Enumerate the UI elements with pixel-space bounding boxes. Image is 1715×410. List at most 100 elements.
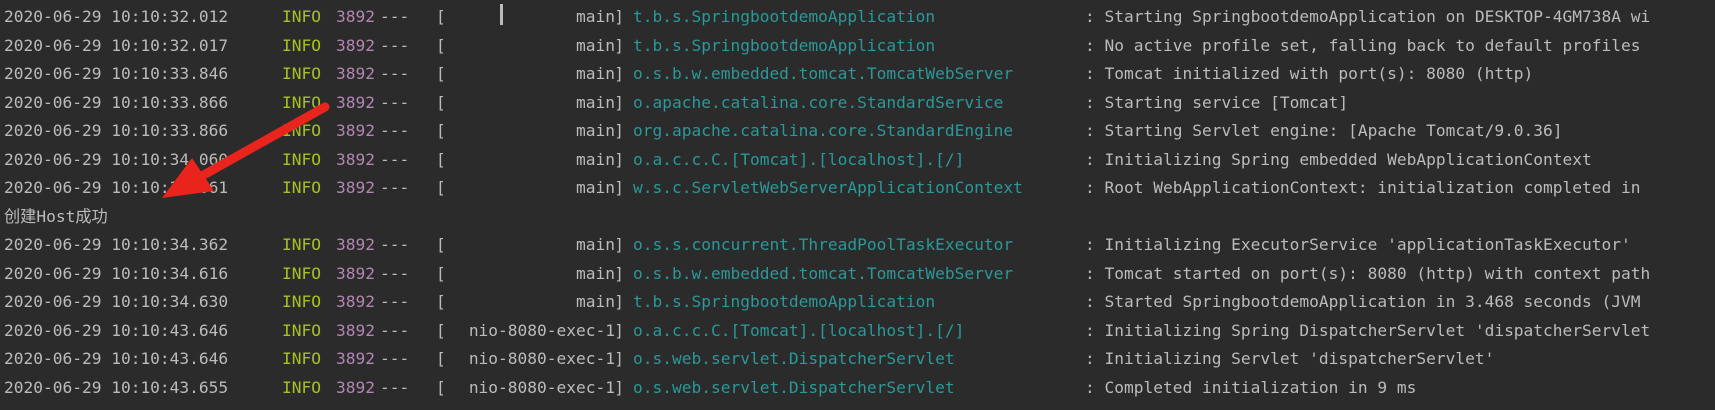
log-level: INFO	[282, 349, 321, 368]
log-separator: ---	[380, 292, 410, 311]
log-pid: 3892	[336, 35, 375, 55]
thread-bracket-open: [	[436, 320, 446, 340]
log-level: INFO	[282, 121, 321, 140]
thread-bracket-open: [	[436, 263, 446, 283]
log-level: INFO	[282, 377, 321, 397]
log-logger: o.s.web.servlet.DispatcherServlet	[633, 377, 955, 397]
log-pid: 3892	[336, 7, 375, 26]
console-output[interactable]: 2020-06-29 10:10:32.012 INFO 3892 ---[main]…	[0, 0, 1715, 410]
log-level: INFO	[282, 292, 321, 311]
thread-bracket-open: [	[436, 349, 446, 368]
thread-bracket-close: ]	[614, 121, 624, 140]
log-logger: t.b.s.SpringbootdemoApplication	[633, 292, 936, 311]
log-timestamp: 2020-06-29 10:10:33.866	[4, 121, 229, 140]
thread-name: nio-8080-exec-1	[468, 320, 615, 340]
log-separator: ---	[380, 35, 410, 55]
log-line: 2020-06-29 10:10:32.017 INFO 3892 --- [main]…	[0, 32, 1715, 61]
thread-bracket-close: ]	[614, 7, 624, 26]
thread-name: main	[576, 35, 615, 55]
log-message: : Starting Servlet engine: [Apache Tomca…	[1085, 121, 1563, 140]
thread-name: main	[576, 92, 615, 112]
log-logger: t.b.s.SpringbootdemoApplication	[633, 7, 936, 26]
log-logger: o.s.b.w.embedded.tomcat.TomcatWebServer	[633, 263, 1014, 283]
log-timestamp: 2020-06-29 10:10:33.846	[4, 64, 229, 83]
log-level: INFO	[282, 35, 321, 55]
log-logger: o.a.c.c.C.[Tomcat].[localhost].[/]	[633, 149, 965, 169]
log-level: INFO	[282, 149, 321, 169]
log-line: 2020-06-29 10:10:34.616 INFO 3892 --- [ main]…	[0, 260, 1715, 289]
log-line: 2020-06-29 10:10:34.061 INFO 3892 --- [main]…	[0, 174, 1715, 203]
thread-name: main	[576, 149, 615, 169]
thread-bracket-close: ]	[614, 292, 624, 311]
thread-bracket-close: ]	[614, 35, 624, 55]
log-pid: 3892	[336, 149, 375, 169]
log-logger: o.s.web.servlet.DispatcherServlet	[633, 349, 955, 368]
log-timestamp: 2020-06-29 10:10:43.646	[4, 320, 229, 340]
log-separator: ---	[380, 92, 410, 112]
thread-name: main	[576, 121, 615, 140]
thread-name: main	[576, 292, 615, 311]
log-message: : Tomcat initialized with port(s): 8080 …	[1085, 64, 1534, 83]
log-logger: w.s.c.ServletWebServerApplicationContext	[633, 178, 1023, 197]
log-timestamp: 2020-06-29 10:10:43.655	[4, 377, 229, 397]
log-message: : Root WebApplicationContext: initializa…	[1085, 178, 1641, 197]
thread-bracket-open: [	[436, 235, 446, 254]
thread-bracket-open: [	[436, 64, 446, 83]
log-level: INFO	[282, 263, 321, 283]
log-logger: o.a.c.c.C.[Tomcat].[localhost].[/]	[633, 320, 965, 340]
log-pid: 3892	[336, 292, 375, 311]
thread-bracket-open: [	[436, 149, 446, 169]
log-separator: ---	[380, 235, 410, 254]
log-timestamp: 2020-06-29 10:10:34.616	[4, 263, 229, 283]
thread-bracket-open: [	[436, 377, 446, 397]
log-message: : Initializing Spring DispatcherServlet …	[1085, 320, 1651, 340]
log-line: 2020-06-29 10:10:34.060 INFO 3892 --- [ main]…	[0, 146, 1715, 175]
thread-name: main	[576, 235, 615, 254]
log-message: : Started SpringbootdemoApplication in 3…	[1085, 292, 1641, 311]
log-separator: ---	[380, 178, 410, 197]
log-pid: 3892	[336, 178, 375, 197]
thread-name: main	[576, 263, 615, 283]
log-message: : Starting SpringbootdemoApplication on …	[1085, 7, 1651, 26]
thread-bracket-close: ]	[614, 377, 624, 397]
log-line: 2020-06-29 10:10:32.012 INFO 3892 --- [main]…	[0, 3, 1715, 32]
log-separator: ---	[380, 320, 410, 340]
log-message: : Completed initialization in 9 ms	[1085, 377, 1417, 397]
log-line: 2020-06-29 10:10:33.866 INFO 3892 --- [main]…	[0, 89, 1715, 118]
log-timestamp: 2020-06-29 10:10:33.866	[4, 92, 229, 112]
thread-name: main	[576, 178, 615, 197]
log-message: : Initializing Spring embedded WebApplic…	[1085, 149, 1592, 169]
log-timestamp: 2020-06-29 10:10:34.362	[4, 235, 229, 254]
log-logger: t.b.s.SpringbootdemoApplication	[633, 35, 936, 55]
log-pid: 3892	[336, 349, 375, 368]
thread-bracket-close: ]	[614, 320, 624, 340]
log-logger: o.apache.catalina.core.StandardService	[633, 92, 1004, 112]
thread-bracket-close: ]	[614, 263, 624, 283]
log-pid: 3892	[336, 235, 375, 254]
log-line: 2020-06-29 10:10:43.646 INFO 3892 --- [nio-8…	[0, 317, 1715, 346]
log-separator: ---	[380, 263, 410, 283]
thread-bracket-open: [	[436, 92, 446, 112]
log-level: INFO	[282, 178, 321, 197]
log-separator: ---	[380, 149, 410, 169]
log-message: : Starting service [Tomcat]	[1085, 92, 1349, 112]
thread-bracket-open: [	[436, 7, 446, 26]
log-lines: 2020-06-29 10:10:32.012 INFO 3892 ---[main]…	[0, 3, 1715, 402]
thread-bracket-open: [	[436, 178, 446, 197]
stdout-line: 创建Host成功	[0, 203, 1715, 232]
log-pid: 3892	[336, 377, 375, 397]
log-pid: 3892	[336, 263, 375, 283]
thread-bracket-open: [	[436, 121, 446, 140]
thread-name: main	[576, 64, 615, 83]
thread-bracket-close: ]	[614, 92, 624, 112]
log-level: INFO	[282, 7, 321, 26]
log-timestamp: 2020-06-29 10:10:34.060	[4, 149, 229, 169]
thread-bracket-close: ]	[614, 149, 624, 169]
log-message: : Tomcat started on port(s): 8080 (http)…	[1085, 263, 1651, 283]
log-separator: ---	[380, 7, 410, 26]
thread-bracket-open: [	[436, 35, 446, 55]
log-pid: 3892	[336, 64, 375, 83]
thread-bracket-close: ]	[614, 349, 624, 368]
log-line: 2020-06-29 10:10:43.655 INFO 3892 --- [nio-8…	[0, 374, 1715, 403]
stdout-text: 创建Host成功	[4, 206, 108, 226]
